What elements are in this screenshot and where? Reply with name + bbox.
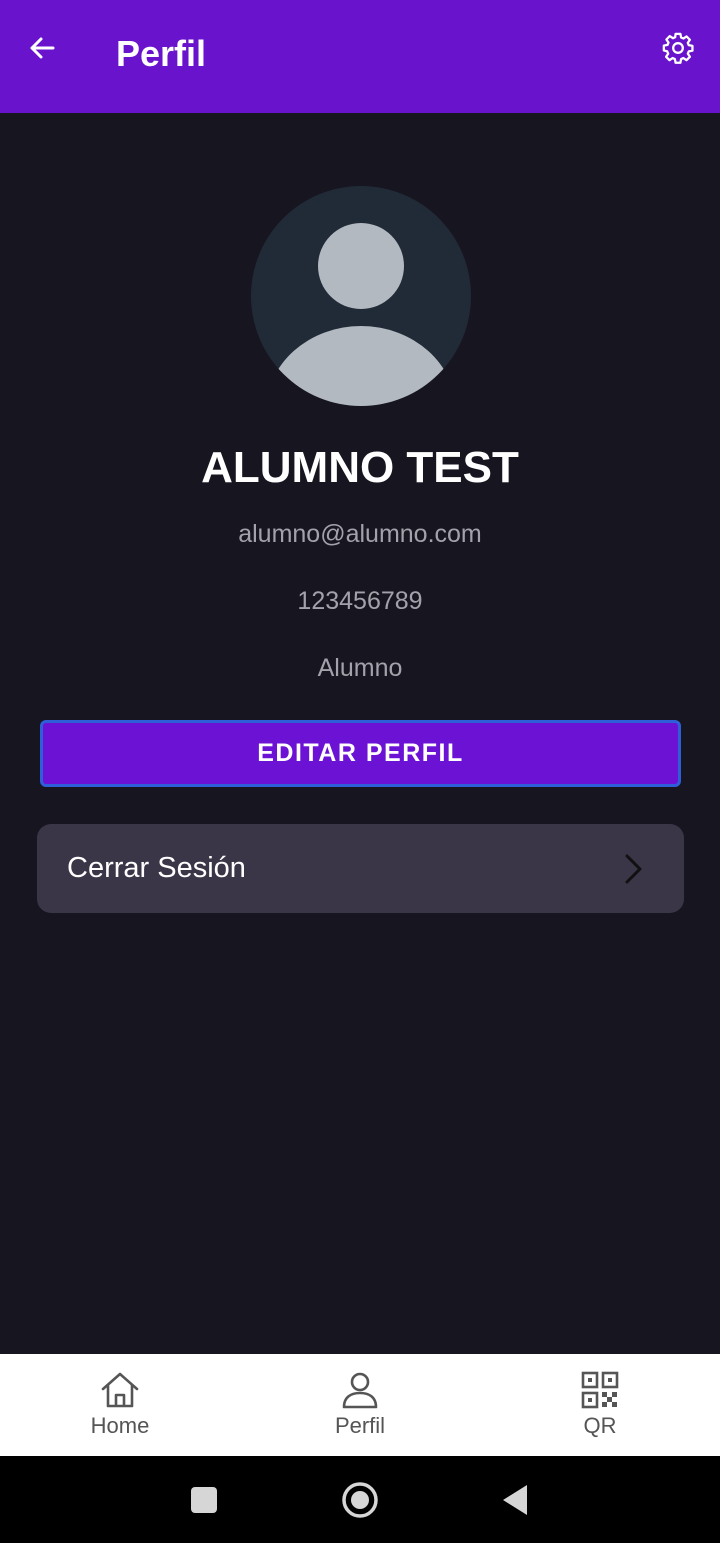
profile-role: Alumno — [317, 654, 403, 682]
qr-code-icon — [581, 1371, 619, 1409]
logout-label: Cerrar Sesión — [67, 852, 246, 884]
app-bar: Perfil — [0, 0, 720, 113]
arrow-left-icon — [30, 37, 55, 59]
nav-item-qr[interactable]: QR — [480, 1354, 720, 1456]
nav-item-perfil[interactable]: Perfil — [240, 1354, 480, 1456]
logout-item[interactable]: Cerrar Sesión — [37, 824, 684, 913]
profile-phone: 123456789 — [297, 587, 423, 615]
home-circle-icon[interactable] — [340, 1480, 380, 1520]
profile-avatar — [251, 186, 471, 406]
profile-name: ALUMNO TEST — [201, 443, 519, 492]
back-triangle-icon[interactable] — [500, 1483, 530, 1517]
edit-profile-button[interactable]: EDITAR PERFIL — [40, 720, 681, 787]
user-icon — [342, 1372, 378, 1409]
nav-item-home[interactable]: Home — [0, 1354, 240, 1456]
settings-button[interactable] — [656, 26, 700, 70]
page-title: Perfil — [116, 33, 207, 74]
person-avatar-icon — [266, 223, 456, 406]
system-navigation-bar — [0, 1456, 720, 1543]
edit-profile-label: EDITAR PERFIL — [257, 739, 464, 767]
nav-label-qr: QR — [583, 1413, 617, 1438]
nav-label-perfil: Perfil — [334, 1413, 386, 1438]
home-icon — [101, 1372, 139, 1408]
chevron-right-icon — [625, 854, 642, 884]
nav-label-home: Home — [90, 1413, 150, 1438]
back-button[interactable] — [22, 28, 62, 68]
profile-screen: Perfil ALUMNO TEST alumno@alumno.com 123… — [0, 0, 720, 1543]
recents-square-icon[interactable] — [190, 1486, 218, 1514]
bottom-navigation: Home Perfil QR — [0, 1354, 720, 1456]
gear-icon — [662, 32, 694, 64]
profile-email: alumno@alumno.com — [238, 520, 482, 548]
